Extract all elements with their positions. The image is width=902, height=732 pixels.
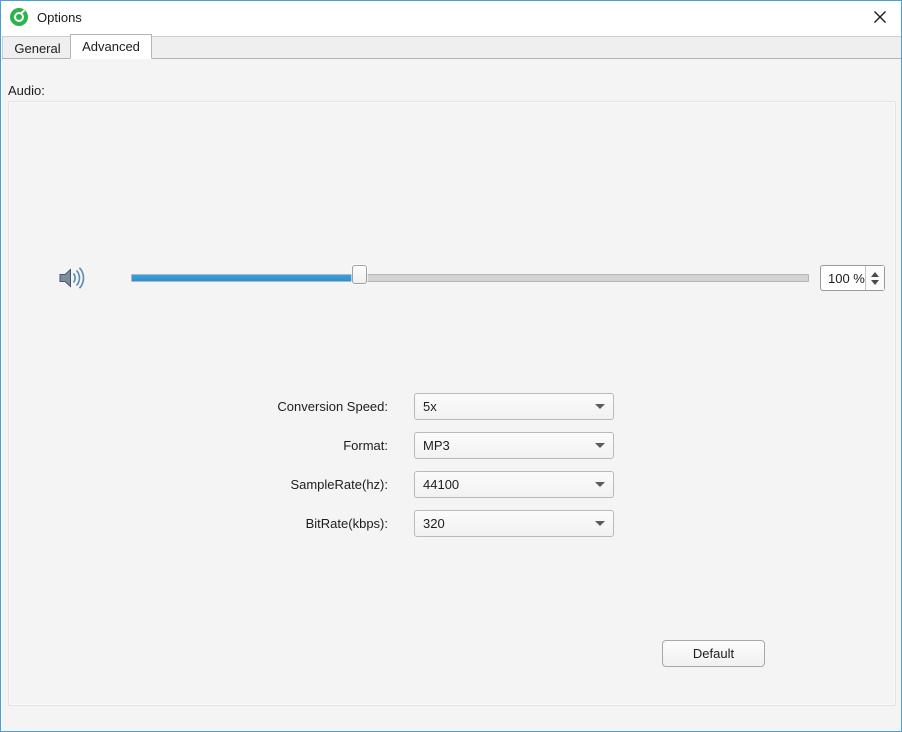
volume-spinbox[interactable]: 100 % [820, 265, 885, 291]
advanced-tab-panel: Audio: 100 % Conversion Speed: 5x Format… [2, 59, 901, 731]
tab-general-label: General [14, 40, 61, 56]
chevron-down-icon [587, 482, 613, 487]
label-format: Format: [343, 438, 388, 453]
volume-spinner-up-icon[interactable] [871, 271, 879, 277]
chevron-down-icon [587, 443, 613, 448]
volume-slider-fill [132, 275, 362, 281]
select-format[interactable]: MP3 [414, 432, 614, 459]
label-conversion-speed: Conversion Speed: [277, 399, 388, 414]
row-conversion-speed: Conversion Speed: 5x [2, 393, 901, 421]
select-conversion-speed-value: 5x [423, 399, 437, 414]
title-bar: Options [2, 2, 901, 32]
volume-value[interactable]: 100 % [821, 266, 865, 290]
tab-strip-filler [152, 36, 901, 59]
select-conversion-speed[interactable]: 5x [414, 393, 614, 420]
row-format: Format: MP3 [2, 432, 901, 460]
window-title: Options [37, 9, 82, 25]
label-bitrate: BitRate(kbps): [305, 516, 388, 531]
options-window: Options General Advanced Audio: 100 % Co… [0, 0, 902, 732]
volume-slider-thumb[interactable] [352, 265, 367, 284]
select-bitrate[interactable]: 320 [414, 510, 614, 537]
default-button-label: Default [692, 646, 735, 661]
select-bitrate-value: 320 [423, 516, 445, 531]
tab-advanced[interactable]: Advanced [70, 34, 152, 59]
chevron-down-icon [587, 404, 613, 409]
tab-general[interactable]: General [2, 36, 73, 59]
speaker-icon [57, 265, 87, 291]
chevron-down-icon [587, 521, 613, 526]
label-samplerate: SampleRate(hz): [290, 477, 388, 492]
tab-strip: General Advanced [2, 32, 901, 59]
tab-advanced-label: Advanced [82, 39, 140, 54]
select-samplerate[interactable]: 44100 [414, 471, 614, 498]
app-target-icon [10, 8, 28, 26]
row-samplerate: SampleRate(hz): 44100 [2, 471, 901, 499]
close-button[interactable] [857, 2, 901, 32]
row-bitrate: BitRate(kbps): 320 [2, 510, 901, 538]
close-icon [873, 11, 886, 23]
default-button[interactable]: Default [662, 640, 765, 667]
volume-spinner-buttons [865, 266, 884, 290]
select-format-value: MP3 [423, 438, 450, 453]
volume-spinner-down-icon[interactable] [871, 279, 879, 285]
select-samplerate-value: 44100 [423, 477, 460, 492]
audio-group-label: Audio: [8, 83, 45, 98]
volume-slider[interactable] [131, 265, 809, 284]
